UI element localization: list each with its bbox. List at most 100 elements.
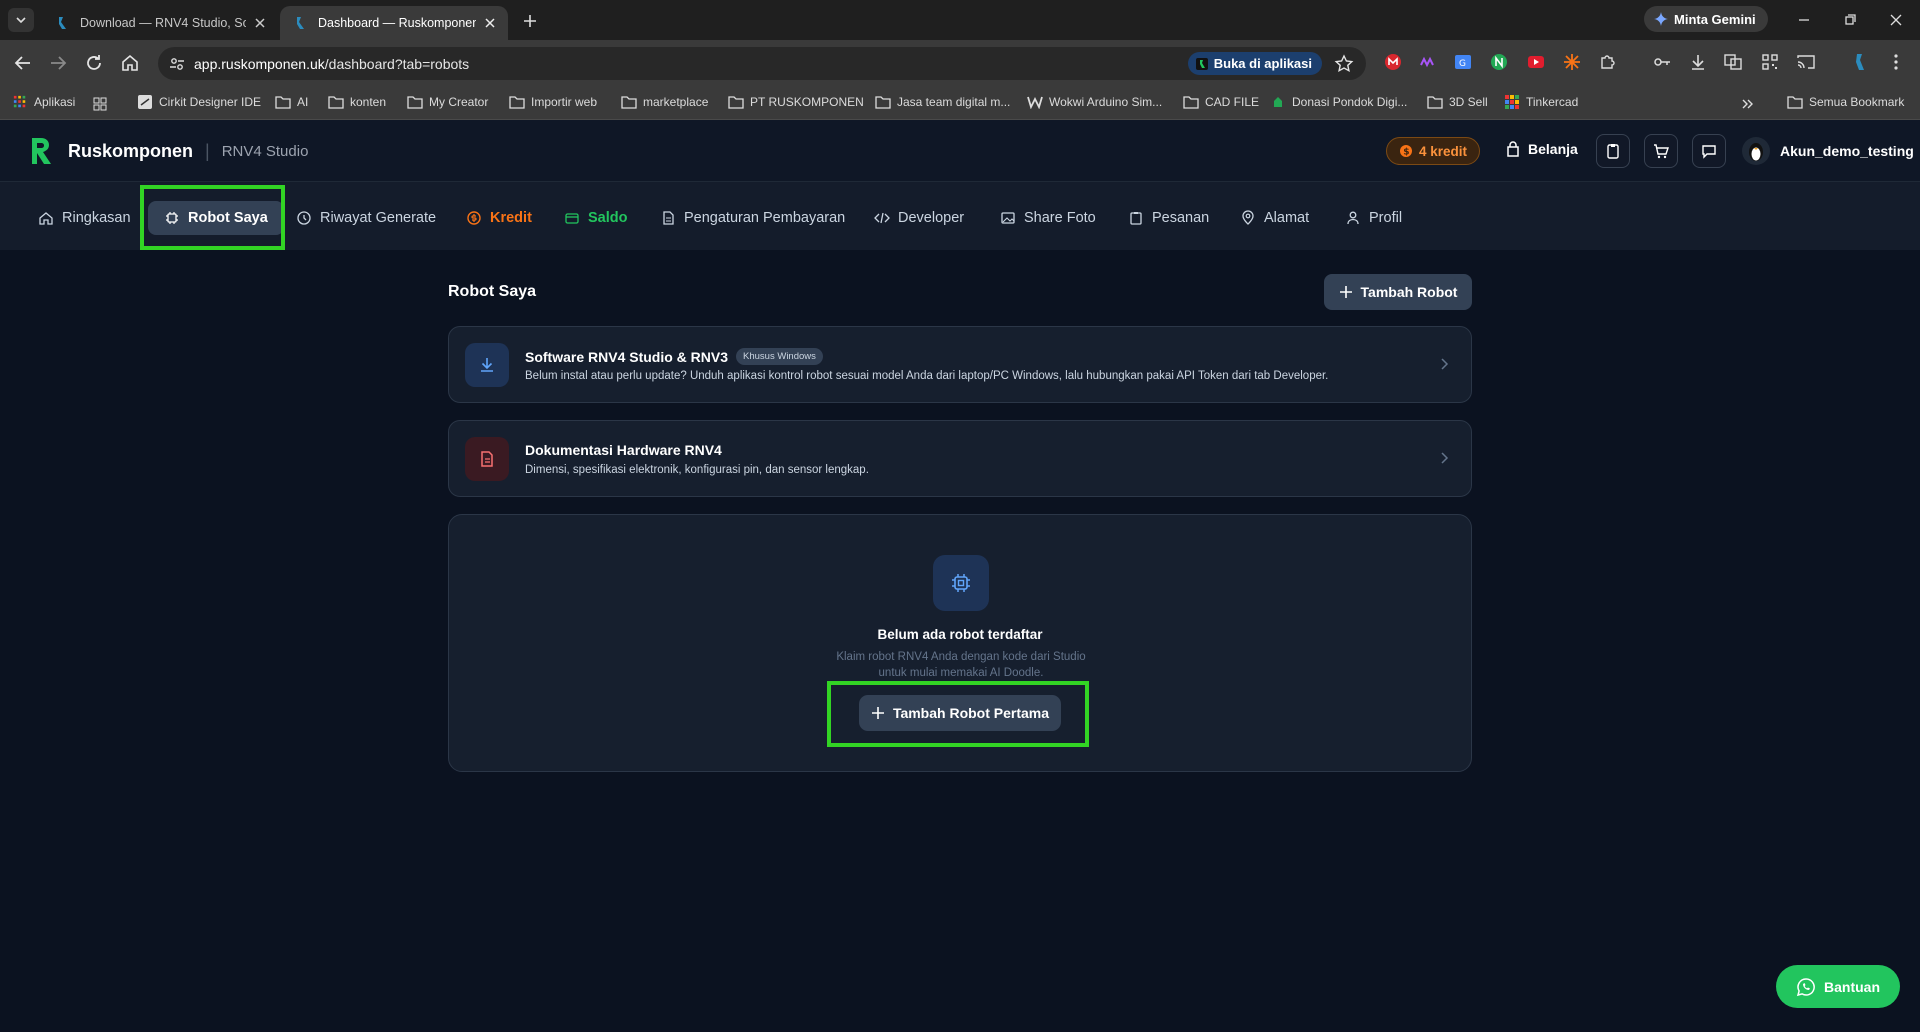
home-icon[interactable] [118,51,142,75]
bookmark-item[interactable]: Donasi Pondok Digi... [1270,95,1407,109]
user-icon [1347,211,1359,225]
close-window-icon[interactable] [1884,8,1908,32]
tab-search-button[interactable] [8,8,34,32]
gemini-button[interactable]: Minta Gemini [1644,6,1768,32]
bookmark-folder[interactable]: Jasa team digital m... [875,95,1010,109]
minimize-icon[interactable] [1792,8,1816,32]
tab-kredit[interactable]: Kredit [466,201,532,235]
add-robot-label: Tambah Robot [1360,284,1458,300]
bookmark-label: Aplikasi [34,95,76,109]
menu-kebab-icon[interactable] [1886,52,1906,72]
tab-label: Ringkasan [62,210,131,226]
orders-button[interactable] [1596,134,1630,168]
add-robot-button[interactable]: Tambah Robot [1324,274,1472,310]
shop-link[interactable]: Belanja [1506,141,1578,157]
brand[interactable]: Ruskomponen | RNV4 Studio [28,136,308,166]
bookmark-label: Donasi Pondok Digi... [1292,95,1408,109]
bookmark-label: My Creator [429,95,489,109]
download-icon[interactable] [1688,52,1708,72]
n-extension-icon[interactable] [1489,52,1509,72]
bookmark-label: Semua Bookmark [1809,95,1905,109]
highlight-box [140,185,285,250]
tab-label: Developer [898,210,965,226]
tab-profil[interactable]: Profil [1345,201,1402,235]
ruskomponen-app-icon [1195,57,1208,70]
chevron-right-icon [1441,452,1449,464]
tab-alamat[interactable]: Alamat [1240,201,1309,235]
browser-tab[interactable]: Download — RNV4 Studio, Sof [42,6,278,40]
folder-icon [875,96,891,109]
cart-button[interactable] [1644,134,1678,168]
wave-extension-icon[interactable] [1418,52,1438,72]
bookmark-folder[interactable]: AI [275,95,308,109]
site-info-icon[interactable] [168,55,186,73]
bookmark-item[interactable]: Tinkercad [1504,95,1578,109]
tab-share-foto[interactable]: Share Foto [1000,201,1096,235]
folder-icon [1787,96,1803,109]
bookmark-folder[interactable]: marketplace [621,95,708,109]
software-download-card[interactable]: Software RNV4 Studio & RNV3 Khusus Windo… [448,326,1472,403]
open-in-app-label: Buka di aplikasi [1213,56,1312,71]
folder-icon [275,96,291,109]
restore-icon[interactable] [1838,8,1862,32]
tab-saldo[interactable]: Saldo [564,201,627,235]
folder-icon [1183,96,1199,109]
youtube-extension-icon[interactable] [1526,52,1546,72]
close-icon[interactable] [482,15,498,31]
tab-groups-icon[interactable] [92,96,108,112]
ruskomponen-logo-icon [32,138,51,164]
windows-only-badge: Khusus Windows [736,348,823,365]
bookmark-folder[interactable]: PT RUSKOMPONEN [728,95,864,109]
tab-riwayat-generate[interactable]: Riwayat Generate [296,201,436,235]
close-icon[interactable] [252,15,268,31]
ruskomponen-extension-icon[interactable] [1851,52,1871,72]
tab-label: Profil [1369,210,1403,226]
qr-code-icon[interactable] [1760,52,1780,72]
bookmark-item[interactable]: Cirkit Designer IDE [137,95,261,109]
bookmark-folder[interactable]: CAD FILE [1183,95,1259,109]
brand-divider: | [205,140,210,161]
translate-page-icon[interactable] [1723,52,1743,72]
svg-text:$: $ [1403,148,1409,158]
folder-icon [328,96,344,109]
folder-icon [407,96,423,109]
password-key-icon[interactable] [1652,52,1672,72]
new-tab-icon[interactable] [520,11,540,31]
reload-icon[interactable] [82,51,106,75]
home-icon [39,212,53,225]
cart-icon [1654,144,1669,159]
cast-icon[interactable] [1796,52,1816,72]
bookmark-label: marketplace [643,95,709,109]
puzzle-extension-icon[interactable] [1598,52,1618,72]
tab-ringkasan[interactable]: Ringkasan [38,201,131,235]
help-button[interactable]: Bantuan [1776,965,1900,1008]
coin-icon: $ [1400,145,1412,158]
hardware-docs-card[interactable]: Dokumentasi Hardware RNV4 Dimensi, spesi… [448,420,1472,497]
sparkle-extension-icon[interactable] [1562,52,1582,72]
browser-tab-active[interactable]: Dashboard — Ruskomponen Ap [280,6,508,40]
bookmark-folder[interactable]: konten [328,95,386,109]
bookmark-apps[interactable]: Aplikasi [12,95,75,109]
bookmark-label: AI [297,95,309,109]
translate-extension-icon[interactable]: G [1453,52,1473,72]
more-bookmarks-icon[interactable] [1740,97,1754,111]
bookmark-folder[interactable]: My Creator [407,95,488,109]
tab-pesanan[interactable]: Pesanan [1128,201,1209,235]
bookmark-folder[interactable]: 3D Sell [1427,95,1488,109]
all-bookmarks-folder[interactable]: Semua Bookmark [1787,95,1904,109]
back-icon[interactable] [11,51,35,75]
tab-pengaturan-pembayaran[interactable]: Pengaturan Pembayaran [660,201,845,235]
forward-icon[interactable] [46,51,70,75]
messages-button[interactable] [1692,134,1726,168]
document-icon-wrap [465,437,509,481]
mega-extension-icon[interactable] [1383,52,1403,72]
tab-developer[interactable]: Developer [874,201,964,235]
open-in-app-button[interactable]: Buka di aplikasi [1187,52,1322,75]
bookmark-label: Jasa team digital m... [897,95,1011,109]
bookmark-star-icon[interactable] [1334,54,1354,74]
credit-badge[interactable]: $ 4 kredit [1386,137,1481,165]
bookmark-folder[interactable]: Importir web [509,95,597,109]
bookmark-item[interactable]: Wokwi Arduino Sim... [1027,95,1162,109]
address-bar[interactable]: app.ruskomponen.uk/dashboard?tab=robots … [158,47,1366,80]
user-menu[interactable]: Akun_demo_testing [1742,134,1914,168]
